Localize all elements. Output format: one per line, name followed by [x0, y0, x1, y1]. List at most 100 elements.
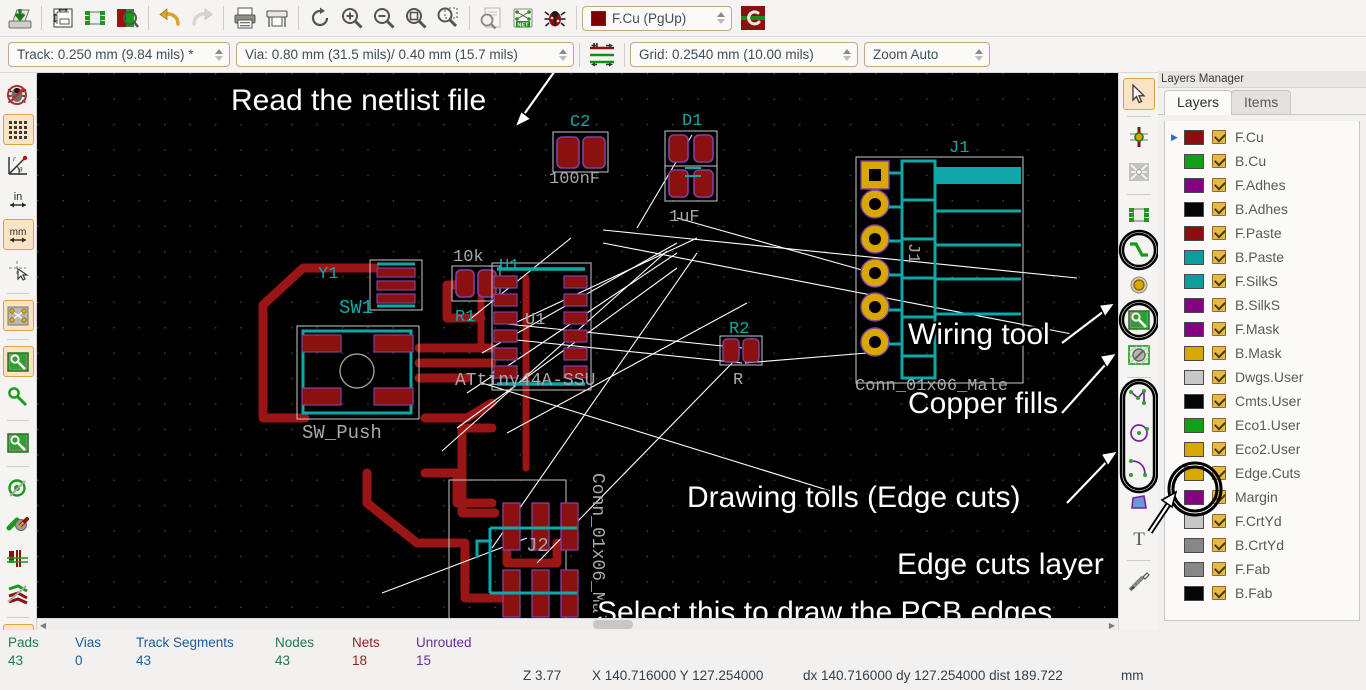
- layer-color-swatch[interactable]: [1184, 130, 1204, 145]
- layer-visibility-checkbox[interactable]: [1212, 586, 1226, 600]
- layer-color-swatch[interactable]: [1184, 298, 1204, 313]
- layer-visibility-checkbox[interactable]: [1212, 322, 1226, 336]
- place-footprint-icon[interactable]: [1123, 199, 1155, 231]
- layer-visibility-checkbox[interactable]: [1212, 346, 1226, 360]
- layer-row-b-paste[interactable]: B.Paste: [1165, 245, 1359, 269]
- cursor-fullscreen-icon[interactable]: [3, 254, 34, 285]
- layer-visibility-checkbox[interactable]: [1212, 298, 1226, 312]
- add-via-icon[interactable]: [1123, 269, 1155, 301]
- fill-zones-icon[interactable]: [3, 346, 34, 377]
- layer-row-eco1-user[interactable]: Eco1.User: [1165, 413, 1359, 437]
- add-keepout-zone-icon[interactable]: [1123, 339, 1155, 371]
- layer-visibility-checkbox[interactable]: [1212, 394, 1226, 408]
- layer-color-swatch[interactable]: [1184, 226, 1204, 241]
- layer-row-b-fab[interactable]: B.Fab: [1165, 581, 1359, 605]
- layer-row-b-cu[interactable]: B.Cu: [1165, 149, 1359, 173]
- canvas-hscrollbar[interactable]: ◀ ▶: [37, 618, 1118, 630]
- layer-row-f-mask[interactable]: F.Mask: [1165, 317, 1359, 341]
- zoom-fit-icon[interactable]: [400, 3, 432, 34]
- layer-row-edge-cuts[interactable]: Edge.Cuts: [1165, 461, 1359, 485]
- units-mm-icon[interactable]: mm: [3, 219, 34, 250]
- layer-row-eco2-user[interactable]: Eco2.User: [1165, 437, 1359, 461]
- layer-visibility-checkbox[interactable]: [1212, 490, 1226, 504]
- layer-row-dwgs-user[interactable]: Dwgs.User: [1165, 365, 1359, 389]
- layer-visibility-checkbox[interactable]: [1212, 442, 1226, 456]
- footprint-editor-icon[interactable]: [79, 3, 111, 34]
- track-via-settings-icon[interactable]: [585, 39, 619, 70]
- select-tool-icon[interactable]: [1123, 78, 1155, 110]
- layer-visibility-checkbox[interactable]: [1212, 418, 1226, 432]
- add-text-icon[interactable]: T: [1123, 522, 1155, 554]
- layer-visibility-checkbox[interactable]: [1212, 370, 1226, 384]
- layer-row-margin[interactable]: Margin: [1165, 485, 1359, 509]
- via-size-select[interactable]: Via: 0.80 mm (31.5 mils)/ 0.40 mm (15.7 …: [236, 42, 574, 67]
- layer-row-f-cu[interactable]: ▶F.Cu: [1165, 125, 1359, 149]
- grid-select[interactable]: Grid: 0.2540 mm (10.00 mils): [630, 42, 858, 67]
- track-width-select[interactable]: Track: 0.250 mm (9.84 mils) *: [8, 42, 230, 67]
- add-polygon-icon[interactable]: [1123, 487, 1155, 519]
- layer-color-swatch[interactable]: [1184, 514, 1204, 529]
- layer-color-swatch[interactable]: [1184, 394, 1204, 409]
- plot-icon[interactable]: [261, 3, 293, 34]
- draw-line-icon[interactable]: [1123, 382, 1155, 414]
- contrast-mode-icon[interactable]: [3, 578, 34, 609]
- zoom-area-icon[interactable]: [432, 3, 464, 34]
- refresh-icon[interactable]: [304, 3, 336, 34]
- draw-arc-icon[interactable]: [1123, 452, 1155, 484]
- layer-visibility-checkbox[interactable]: [1212, 178, 1226, 192]
- layer-visibility-checkbox[interactable]: [1212, 466, 1226, 480]
- layer-color-swatch[interactable]: [1184, 178, 1204, 193]
- via-mode-icon[interactable]: [738, 3, 768, 33]
- zoom-in-icon[interactable]: [336, 3, 368, 34]
- tab-layers[interactable]: Layers: [1164, 90, 1232, 115]
- grid-spinner[interactable]: [841, 45, 853, 65]
- layer-visibility-checkbox[interactable]: [1212, 226, 1226, 240]
- layer-row-b-crtyd[interactable]: B.CrtYd: [1165, 533, 1359, 557]
- zoom-spinner[interactable]: [973, 45, 985, 65]
- grid-display-icon[interactable]: [3, 114, 34, 145]
- netlist-icon[interactable]: NET: [507, 3, 539, 34]
- layer-color-swatch[interactable]: [1184, 442, 1204, 457]
- add-filled-zone-icon[interactable]: [1123, 304, 1155, 336]
- layer-color-swatch[interactable]: [1184, 202, 1204, 217]
- footprint-viewer-icon[interactable]: [111, 3, 143, 34]
- zoom-select[interactable]: Zoom Auto: [864, 42, 990, 67]
- hscroll-thumb[interactable]: [593, 620, 633, 629]
- show-ratsnest-icon[interactable]: [3, 300, 34, 331]
- undo-icon[interactable]: [154, 3, 186, 34]
- layer-color-swatch[interactable]: [1184, 490, 1204, 505]
- drc-bug-icon[interactable]: [539, 3, 571, 34]
- tab-items[interactable]: Items: [1231, 90, 1291, 114]
- layer-color-swatch[interactable]: [1184, 346, 1204, 361]
- layer-color-swatch[interactable]: [1184, 562, 1204, 577]
- layer-color-swatch[interactable]: [1184, 274, 1204, 289]
- layer-visibility-checkbox[interactable]: [1212, 514, 1226, 528]
- layer-row-b-silks[interactable]: B.SilkS: [1165, 293, 1359, 317]
- layer-row-b-adhes[interactable]: B.Adhes: [1165, 197, 1359, 221]
- read-netlist-open-icon[interactable]: [4, 3, 36, 34]
- active-layer-select[interactable]: F.Cu (PgUp): [582, 6, 732, 31]
- layer-visibility-checkbox[interactable]: [1212, 202, 1226, 216]
- zoom-out-icon[interactable]: [368, 3, 400, 34]
- layer-visibility-checkbox[interactable]: [1212, 562, 1226, 576]
- board-setup-icon[interactable]: [47, 3, 79, 34]
- layer-visibility-checkbox[interactable]: [1212, 250, 1226, 264]
- pcb-canvas[interactable]: C2 100nF D1 1uF 10k R1: [37, 73, 1118, 630]
- track-width-spinner[interactable]: [213, 45, 225, 65]
- show-vias-sketch-icon[interactable]: [3, 473, 34, 504]
- zone-outline-icon[interactable]: [3, 381, 34, 412]
- route-track-icon[interactable]: [1123, 234, 1155, 266]
- layer-color-swatch[interactable]: [1184, 370, 1204, 385]
- layer-row-f-crtyd[interactable]: F.CrtYd: [1165, 509, 1359, 533]
- via-size-spinner[interactable]: [557, 45, 569, 65]
- layer-visibility-checkbox[interactable]: [1212, 154, 1226, 168]
- add-dimension-icon[interactable]: [1123, 565, 1155, 597]
- layer-color-swatch[interactable]: [1184, 586, 1204, 601]
- layer-row-f-paste[interactable]: F.Paste: [1165, 221, 1359, 245]
- layer-row-f-fab[interactable]: F.Fab: [1165, 557, 1359, 581]
- hide-pads-icon[interactable]: [3, 427, 34, 458]
- layer-row-b-mask[interactable]: B.Mask: [1165, 341, 1359, 365]
- drc-off-icon[interactable]: [3, 79, 34, 110]
- layer-color-swatch[interactable]: [1184, 250, 1204, 265]
- layer-visibility-checkbox[interactable]: [1212, 538, 1226, 552]
